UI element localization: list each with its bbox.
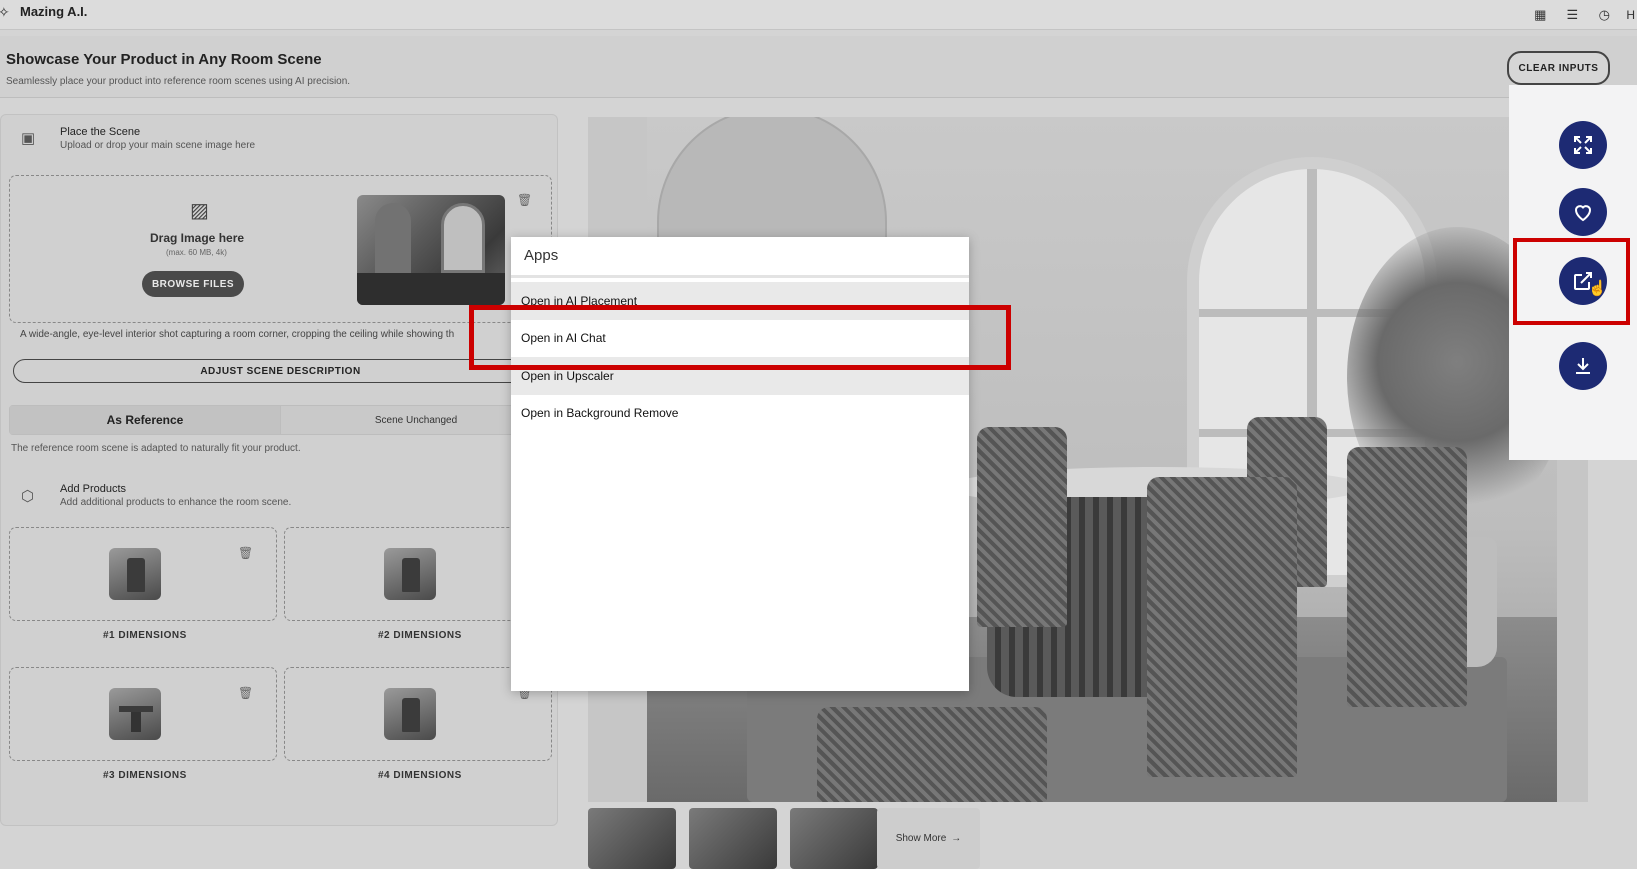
trash-icon[interactable]: 🗑 [238,686,253,700]
history-icon[interactable]: ◷ [1594,7,1614,23]
scene-section-title: Place the Scene [60,126,141,138]
heart-icon [1574,205,1592,222]
highlight-open-in-app [1513,238,1630,325]
image-icon: ▣ [21,130,36,147]
show-more-label: Show More [895,833,947,844]
arrow-right-icon: → [951,833,962,844]
trash-icon[interactable]: 🗑 [238,546,253,560]
highlight-ai-chat [469,305,1011,370]
scene-dropzone[interactable]: ▨ Drag Image here (max. 60 MB, 4k) BROWS… [9,175,552,323]
products-section-subtitle: Add additional products to enhance the r… [60,497,292,508]
drag-title: Drag Image here [150,231,245,245]
drag-note: (max. 60 MB, 4k) [166,248,227,257]
page-header: Showcase Your Product in Any Room Scene … [0,36,1637,98]
download-icon [1576,358,1590,374]
adjust-scene-description-button[interactable]: ADJUST SCENE DESCRIPTION [13,359,548,383]
gallery-thumbnail-2[interactable] [689,808,777,869]
mode-toggle: As Reference Scene Unchanged [9,405,552,435]
download-button[interactable] [1559,342,1607,390]
apps-menu-divider [511,275,969,278]
browse-files-button[interactable]: BROWSE FILES [142,271,244,297]
fullscreen-button[interactable] [1559,121,1607,169]
product-card-1[interactable]: 🗑 [9,527,277,621]
page-subtitle: Seamlessly place your product into refer… [6,76,351,87]
product-thumbnail [109,548,161,600]
input-panel: ▣ Place the Scene Upload or drop your ma… [0,114,558,826]
trash-icon[interactable]: 🗑 [517,193,532,207]
top-right-controls: ▦ ☰ ◷ H [1530,2,1637,28]
product-label-4[interactable]: #4 DIMENSIONS [378,770,462,781]
product-label-2[interactable]: #2 DIMENSIONS [378,630,462,641]
product-label-3[interactable]: #3 DIMENSIONS [103,770,187,781]
clear-inputs-button[interactable]: CLEAR INPUTS [1507,51,1610,85]
pointer-cursor-icon: ☝ [1588,280,1607,297]
favorite-button[interactable] [1559,188,1607,236]
language-flag-icon[interactable]: ▦ [1530,7,1550,23]
page-title: Showcase Your Product in Any Room Scene [6,51,322,68]
top-bar: ✧ Mazing A.I. ▦ ☰ ◷ H [0,0,1637,30]
show-more-button[interactable]: Show More → [877,808,980,869]
menu-icon[interactable]: ☰ [1562,7,1582,23]
menu-item-background-remove[interactable]: Open in Background Remove [511,394,969,432]
top-hint[interactable]: H [1626,8,1635,22]
product-card-3[interactable]: 🗑 [9,667,277,761]
gallery-thumbnail-3[interactable] [790,808,878,869]
cube-icon: ⬡ [21,488,35,505]
product-thumbnail [384,688,436,740]
apps-menu-title: Apps [524,247,559,264]
upload-image-icon: ▨ [190,200,209,222]
mode-note: The reference room scene is adapted to n… [11,443,301,454]
product-label-1[interactable]: #1 DIMENSIONS [103,630,187,641]
scene-section-subtitle: Upload or drop your main scene image her… [60,140,256,151]
gallery-thumbnail-1[interactable] [588,808,676,869]
sparkle-icon: ✧ [0,4,10,20]
product-thumbnail [384,548,436,600]
products-section-title: Add Products [60,483,127,495]
app-title: Mazing A.I. [20,4,88,19]
product-thumbnail [109,688,161,740]
mode-as-reference[interactable]: As Reference [10,406,281,434]
expand-icon [1574,136,1592,154]
scene-thumbnail [357,195,505,305]
scene-description: A wide-angle, eye-level interior shot ca… [20,329,455,340]
